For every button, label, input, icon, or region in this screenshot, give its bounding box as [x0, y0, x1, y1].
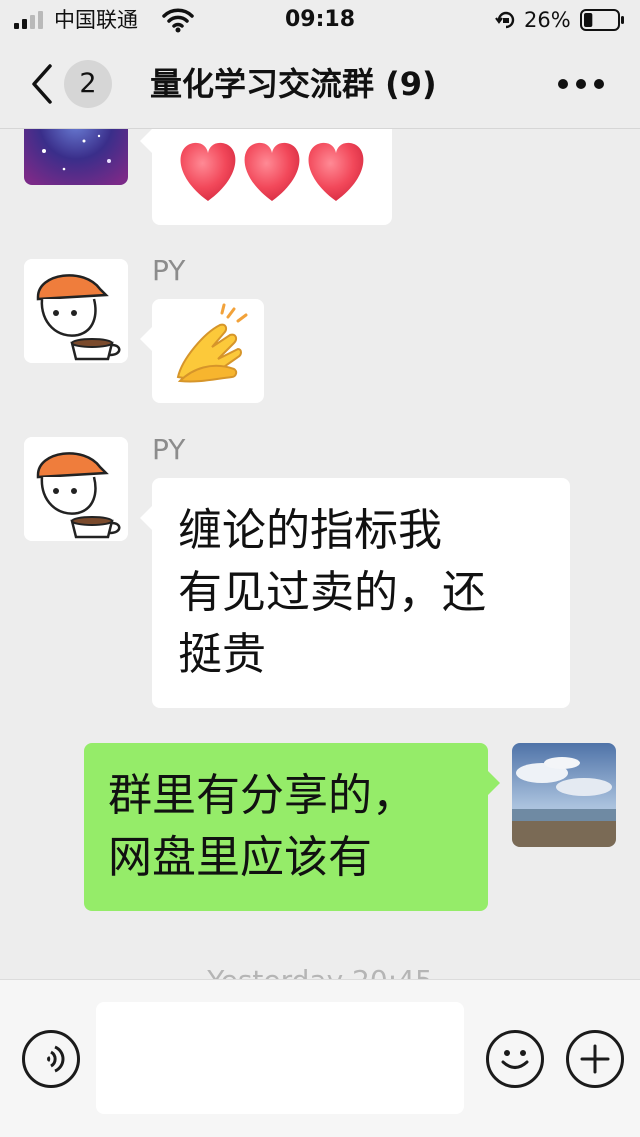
message-line: 群里有分享的，: [108, 770, 416, 821]
message-line: 挺贵: [178, 629, 266, 680]
timeline-divider: Yesterday 20:45: [0, 965, 640, 980]
message-bubble[interactable]: [140, 299, 264, 403]
plus-icon: [580, 1044, 610, 1074]
message-line: 网盘里应该有: [108, 832, 372, 883]
battery-percentage: 26%: [524, 8, 571, 32]
chevron-left-icon[interactable]: [30, 62, 54, 106]
message-line: 缠论的指标我: [178, 505, 442, 556]
sender-name: PY: [152, 433, 186, 466]
clapping-hands-icon: [176, 303, 248, 383]
message-bubble[interactable]: 缠论的指标我 有见过卖的，还 挺贵: [140, 478, 570, 708]
voice-icon: [46, 1045, 65, 1073]
message-bubble[interactable]: [140, 129, 392, 225]
more-icon[interactable]: [556, 72, 606, 96]
rotation-lock-icon: [495, 11, 515, 29]
chat-title: 量化学习交流群 (9): [150, 65, 437, 103]
message-bubble-self[interactable]: 群里有分享的， 网盘里应该有: [84, 743, 500, 911]
status-bar: 中国联通 09:18 26%: [0, 0, 640, 40]
message-list[interactable]: PY PY 缠论的指标我 有见过卖的，还 挺贵 群里有分享的， 网盘里应该有: [0, 129, 640, 979]
input-bar: [0, 979, 640, 1137]
battery-icon: [580, 9, 624, 31]
avatar[interactable]: [24, 129, 128, 185]
voice-button[interactable]: [22, 1030, 80, 1088]
emoji-button[interactable]: [486, 1030, 544, 1088]
chat-header: 2 量化学习交流群 (9): [0, 40, 640, 129]
avatar[interactable]: [24, 437, 128, 541]
unread-count-badge[interactable]: 2: [64, 60, 112, 108]
plus-button[interactable]: [566, 1030, 624, 1088]
message-line: 有见过卖的，还: [178, 567, 486, 618]
avatar-self[interactable]: [512, 743, 616, 847]
smiley-icon: [501, 1050, 529, 1069]
message-input[interactable]: [96, 1002, 464, 1114]
sender-name: PY: [152, 254, 186, 287]
avatar[interactable]: [24, 259, 128, 363]
heart-emoji-icon: [180, 142, 364, 201]
